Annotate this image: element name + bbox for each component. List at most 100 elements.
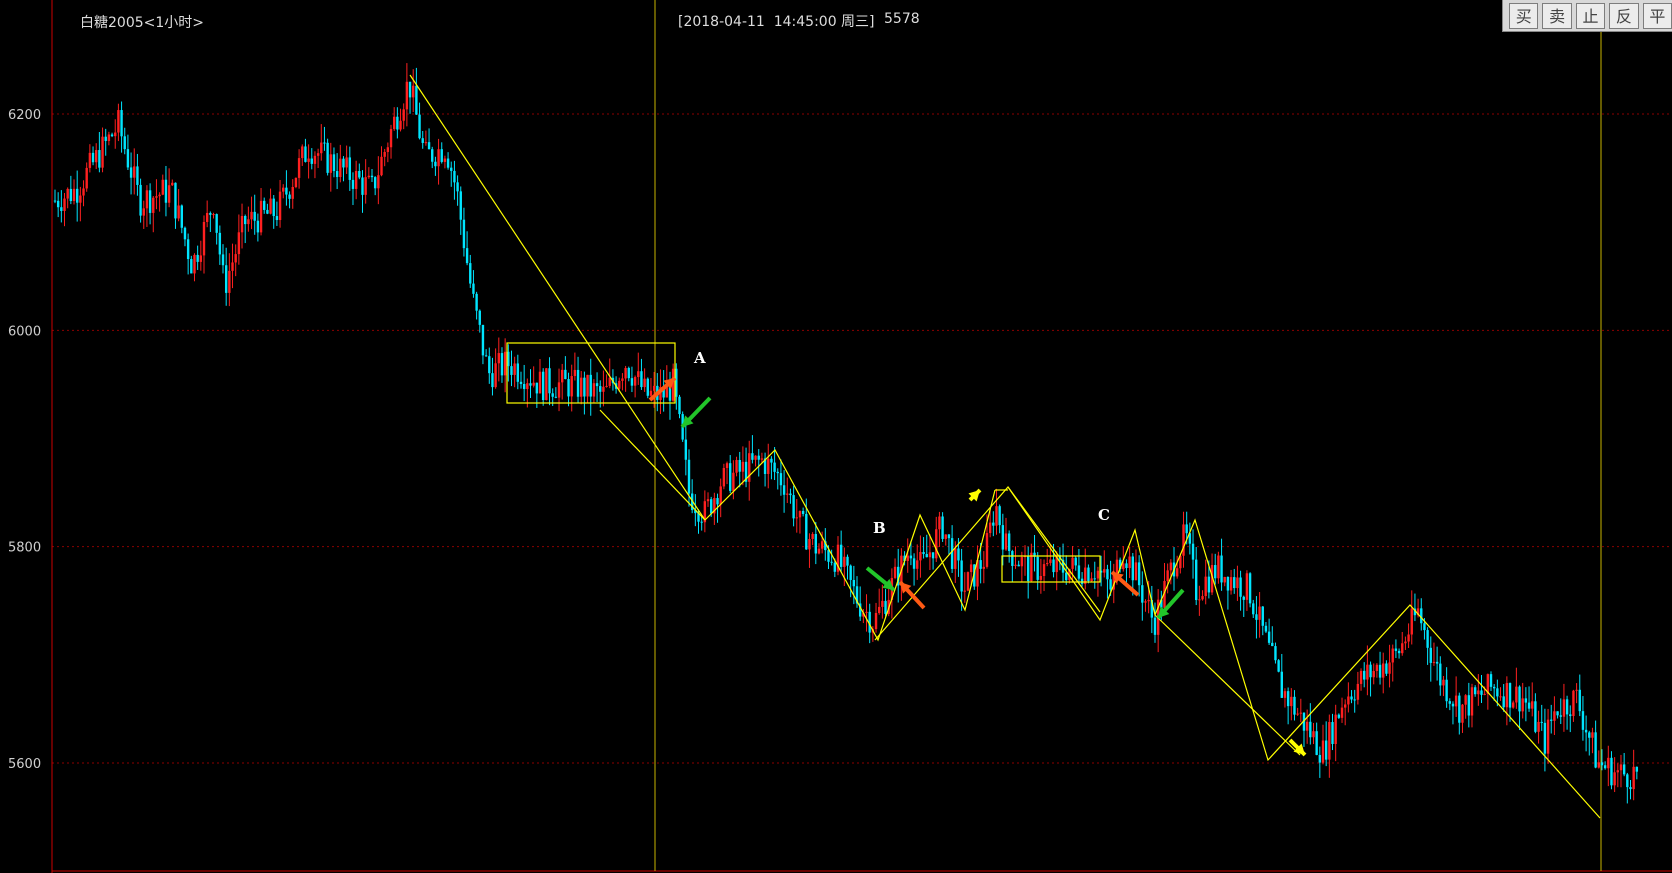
candle-body [199,255,203,262]
candle-body [719,486,722,505]
candle-body [786,493,789,495]
candle-body [684,439,688,460]
trendline-c-upper[interactable] [1007,486,1101,613]
candle-body [1267,631,1271,643]
y-tick-label: 6200 [8,108,41,123]
candle-body [193,254,196,274]
candle-body [1556,711,1559,716]
y-tick-label: 5600 [8,757,41,772]
reverse-button[interactable]: 反 [1609,2,1639,29]
trendline-main-down[interactable] [409,74,706,521]
candle-body [155,196,158,198]
candle-body [627,367,630,379]
candle-body [1537,721,1540,732]
candle-body [88,152,92,168]
candle-body [1363,670,1366,680]
candle-body [79,195,82,203]
candle-body [767,458,770,474]
stop-button[interactable]: 止 [1575,2,1606,29]
candle-body [608,377,611,386]
candle-body [396,116,399,130]
sell-button[interactable]: 卖 [1542,2,1572,29]
candle-body [383,151,386,157]
candle-body [564,369,567,380]
candle-body [434,161,437,167]
candle-body [412,85,415,98]
candle-body [1426,630,1429,648]
candle-body [637,371,640,378]
candle-body [532,382,535,386]
trendline-c-lower[interactable] [1154,614,1301,756]
candle-body [1435,661,1439,664]
candle-body [1014,564,1017,566]
candle-body [1293,696,1296,715]
candle-body [640,371,643,388]
candle-body [1042,564,1046,577]
candle-body [738,460,741,472]
candle-body [1597,762,1600,768]
candle-body [1046,563,1049,565]
candle-body [706,499,710,502]
chart-svg[interactable]: 6200 6000 5800 5600 A B C [0,0,1672,873]
candle-body [1401,643,1404,654]
candle-body [602,386,605,392]
candle-body [770,458,773,463]
candle-body [535,382,539,394]
candle-body [779,473,783,486]
candle-body [878,606,881,613]
candle-body [1432,661,1436,663]
candle-body [1248,573,1252,604]
candle-body [1299,712,1303,714]
candle-body [1153,617,1157,635]
candle-body [1619,764,1623,771]
candle-body [136,166,139,185]
chart-area[interactable]: 6200 6000 5800 5600 A B C 白糖2005<1小时> [2018-0… [0,0,1672,873]
candle-body [1375,664,1379,671]
candle-body [1020,557,1024,567]
candle-body [1191,543,1195,560]
buy-button[interactable]: 买 [1509,2,1539,29]
candle-body [145,190,149,209]
candle-body [446,158,450,168]
candle-body [1578,689,1581,712]
candle-body [985,533,989,567]
candle-body [440,149,443,162]
candle-body [56,200,60,208]
candle-body [107,134,111,141]
candle-body [1451,703,1455,707]
candle-body [85,167,88,189]
candle-body [741,461,745,472]
candle-body [339,158,342,177]
candle-body [1350,696,1353,700]
candle-body [1359,670,1363,684]
candle-body [633,377,637,386]
candle-body [152,197,155,213]
candle-body [180,205,183,228]
candle-body [1575,689,1578,691]
candle-body [1502,696,1505,708]
candle-body [716,498,719,505]
candle-body [1137,562,1141,586]
candle-body [209,212,212,215]
candle-body [1290,696,1293,707]
candle-body [497,353,500,364]
candle-body [1550,719,1553,721]
candle-body [1198,599,1201,601]
candle-body [129,167,133,178]
candle-body [269,198,272,214]
candle-body [1531,701,1534,709]
candle-body [386,147,390,152]
candle-body [361,177,364,195]
candle-body [1397,650,1401,654]
candle-body [1103,569,1106,573]
candle-body [554,396,558,398]
candle-body [652,385,656,391]
candle-body [1217,555,1220,579]
candle-body [75,188,79,203]
candle-body [1223,576,1226,583]
candle-body [1122,563,1125,570]
candle-body [1470,687,1474,716]
candle-body [139,184,142,216]
candle-body [957,548,960,561]
close-position-button[interactable]: 平 [1642,2,1672,29]
